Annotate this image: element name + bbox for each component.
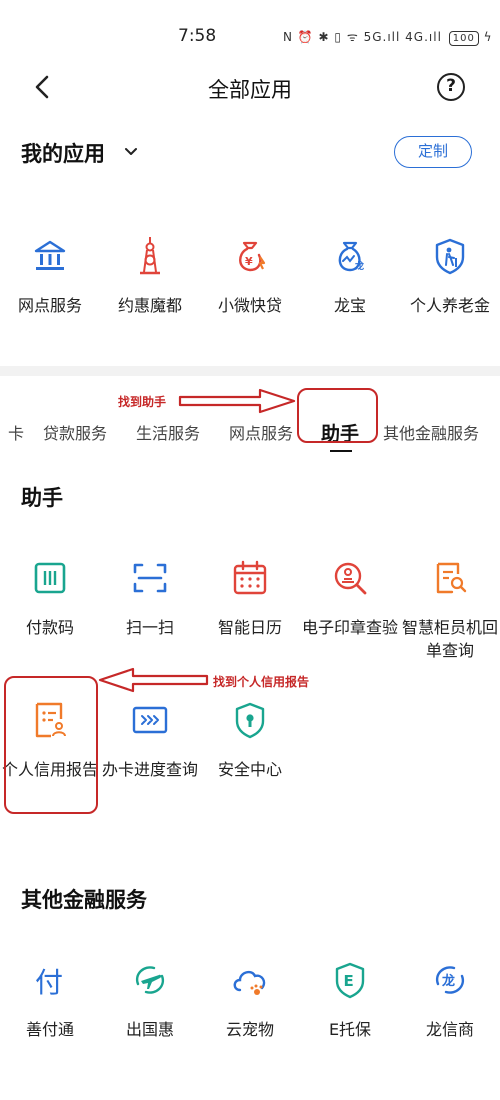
app-item-payment-code[interactable]: 付款码 bbox=[0, 558, 100, 662]
chevron-left-icon[interactable] bbox=[28, 72, 58, 102]
tab-loan-service[interactable]: 贷款服务 bbox=[43, 420, 107, 444]
app-item-cloud-pet[interactable]: 云宠物 bbox=[200, 960, 300, 1041]
app-item-shanfutong[interactable]: 付 善付通 bbox=[0, 960, 100, 1041]
annotation-find-credit-report: 找到个人信用报告 bbox=[213, 675, 310, 689]
annotation-find-assistant: 找到助手 bbox=[118, 395, 167, 409]
fu-character-icon: 付 bbox=[30, 960, 70, 1000]
app-item-overseas-deals[interactable]: 出国惠 bbox=[100, 960, 200, 1041]
app-item-e-seal-verify[interactable]: 电子印章查验 bbox=[300, 558, 400, 662]
app-label: E托保 bbox=[328, 1020, 372, 1039]
my-apps-title[interactable]: 我的应用 bbox=[21, 138, 105, 168]
app-item-shanghai-deals[interactable]: 约惠魔都 bbox=[100, 236, 200, 317]
other-finance-section-title: 其他金融服务 bbox=[21, 888, 147, 912]
annotation-arrow-right-icon bbox=[178, 388, 296, 414]
app-item-branch-service[interactable]: 网点服务 bbox=[0, 236, 100, 317]
airplane-icon bbox=[130, 960, 170, 1000]
svg-text:¥: ¥ bbox=[245, 255, 253, 268]
status-bar: 7:58 N ⏰ ✱ ▯ ᯤ 5G.ıll 4G.ıll 100 ϟ bbox=[0, 0, 500, 70]
tab-other-finance[interactable]: 其他金融服务 bbox=[383, 420, 479, 444]
app-label: 龙宝 bbox=[333, 296, 366, 315]
status-icons-text: N ⏰ ✱ ▯ ᯤ 5G.ıll 4G.ıll bbox=[283, 30, 442, 44]
app-label: 善付通 bbox=[25, 1020, 74, 1039]
status-time: 7:58 bbox=[178, 26, 217, 46]
calendar-icon bbox=[230, 558, 270, 598]
app-label: 电子印章查验 bbox=[302, 618, 399, 637]
bank-branch-icon bbox=[30, 236, 70, 276]
svg-text:E: E bbox=[344, 972, 354, 990]
assistant-section-title: 助手 bbox=[21, 486, 63, 510]
customize-button[interactable]: 定制 bbox=[394, 136, 472, 168]
annotation-box-assistant-tab bbox=[297, 388, 378, 443]
money-bag-yen-icon: ¥ bbox=[230, 236, 270, 276]
dragon-bag-icon: 龙 bbox=[330, 236, 370, 276]
other-finance-grid: 付 善付通 出国惠 云宠物 E E托保 龙 龙信商 bbox=[0, 960, 500, 1041]
app-label: 付款码 bbox=[25, 618, 74, 637]
e-shield-icon: E bbox=[330, 960, 370, 1000]
app-label: 约惠魔都 bbox=[117, 296, 182, 315]
annotation-arrow-left-icon bbox=[98, 667, 209, 693]
payment-code-icon bbox=[30, 558, 70, 598]
app-label: 出国惠 bbox=[125, 1020, 174, 1039]
svg-text:付: 付 bbox=[35, 966, 63, 998]
card-progress-icon bbox=[130, 700, 170, 740]
app-item-longbao[interactable]: 龙 龙宝 bbox=[300, 236, 400, 317]
svg-text:龙: 龙 bbox=[442, 973, 455, 989]
app-item-e-tuobao[interactable]: E E托保 bbox=[300, 960, 400, 1041]
tower-icon bbox=[130, 236, 170, 276]
app-item-personal-pension[interactable]: 个人养老金 bbox=[400, 236, 500, 317]
svg-text:龙: 龙 bbox=[354, 260, 364, 272]
chevron-down-icon[interactable] bbox=[123, 144, 139, 160]
app-label: 扫一扫 bbox=[125, 618, 174, 637]
charging-icon: ϟ bbox=[483, 30, 493, 44]
app-item-micro-loan[interactable]: ¥ 小微快贷 bbox=[200, 236, 300, 317]
status-icons: N ⏰ ✱ ▯ ᯤ 5G.ıll 4G.ıll 100 ϟ bbox=[283, 28, 493, 46]
app-label: 小微快贷 bbox=[217, 296, 282, 315]
dragon-coin-icon: 龙 bbox=[430, 960, 470, 1000]
security-shield-icon bbox=[230, 700, 270, 740]
pension-icon bbox=[430, 236, 470, 276]
battery-icon: 100 bbox=[448, 31, 479, 46]
my-apps-grid: 网点服务 约惠魔都 ¥ 小微快贷 龙 龙宝 个人养老金 bbox=[0, 236, 500, 317]
cloud-paw-icon bbox=[230, 960, 270, 1000]
app-item-card-progress-query[interactable]: 办卡进度查询 bbox=[100, 700, 200, 781]
app-label: 云宠物 bbox=[225, 1020, 274, 1039]
tab-card[interactable]: 卡 bbox=[8, 420, 24, 444]
app-label: 网点服务 bbox=[17, 296, 82, 315]
active-tab-indicator bbox=[330, 450, 352, 452]
section-divider bbox=[0, 366, 500, 376]
tab-life-service[interactable]: 生活服务 bbox=[136, 420, 200, 444]
top-navigation-bar: 全部应用 ? bbox=[0, 62, 500, 114]
receipt-search-icon bbox=[430, 558, 470, 598]
page-title: 全部应用 bbox=[208, 78, 292, 102]
app-item-longxinshang[interactable]: 龙 龙信商 bbox=[400, 960, 500, 1041]
seal-search-icon bbox=[330, 558, 370, 598]
app-label: 龙信商 bbox=[425, 1020, 474, 1039]
my-apps-header: 我的应用 定制 bbox=[0, 132, 500, 172]
app-label: 智慧柜员机回单查询 bbox=[402, 618, 499, 660]
question-circle-icon[interactable]: ? bbox=[437, 73, 465, 101]
app-label: 智能日历 bbox=[217, 618, 282, 637]
app-item-atm-receipt-query[interactable]: 智慧柜员机回单查询 bbox=[400, 558, 500, 662]
app-item-scan[interactable]: 扫一扫 bbox=[100, 558, 200, 662]
annotation-box-credit-report bbox=[4, 676, 98, 814]
app-label: 个人养老金 bbox=[409, 296, 490, 315]
tab-branch-service[interactable]: 网点服务 bbox=[229, 420, 293, 444]
app-label: 办卡进度查询 bbox=[102, 760, 199, 779]
app-item-smart-calendar[interactable]: 智能日历 bbox=[200, 558, 300, 662]
assistant-grid-row-1: 付款码 扫一扫 智能日历 电子印章查验 智慧柜员机回单查询 bbox=[0, 558, 500, 662]
scan-icon bbox=[130, 558, 170, 598]
app-item-security-center[interactable]: 安全中心 bbox=[200, 700, 300, 781]
app-label: 安全中心 bbox=[217, 760, 282, 779]
